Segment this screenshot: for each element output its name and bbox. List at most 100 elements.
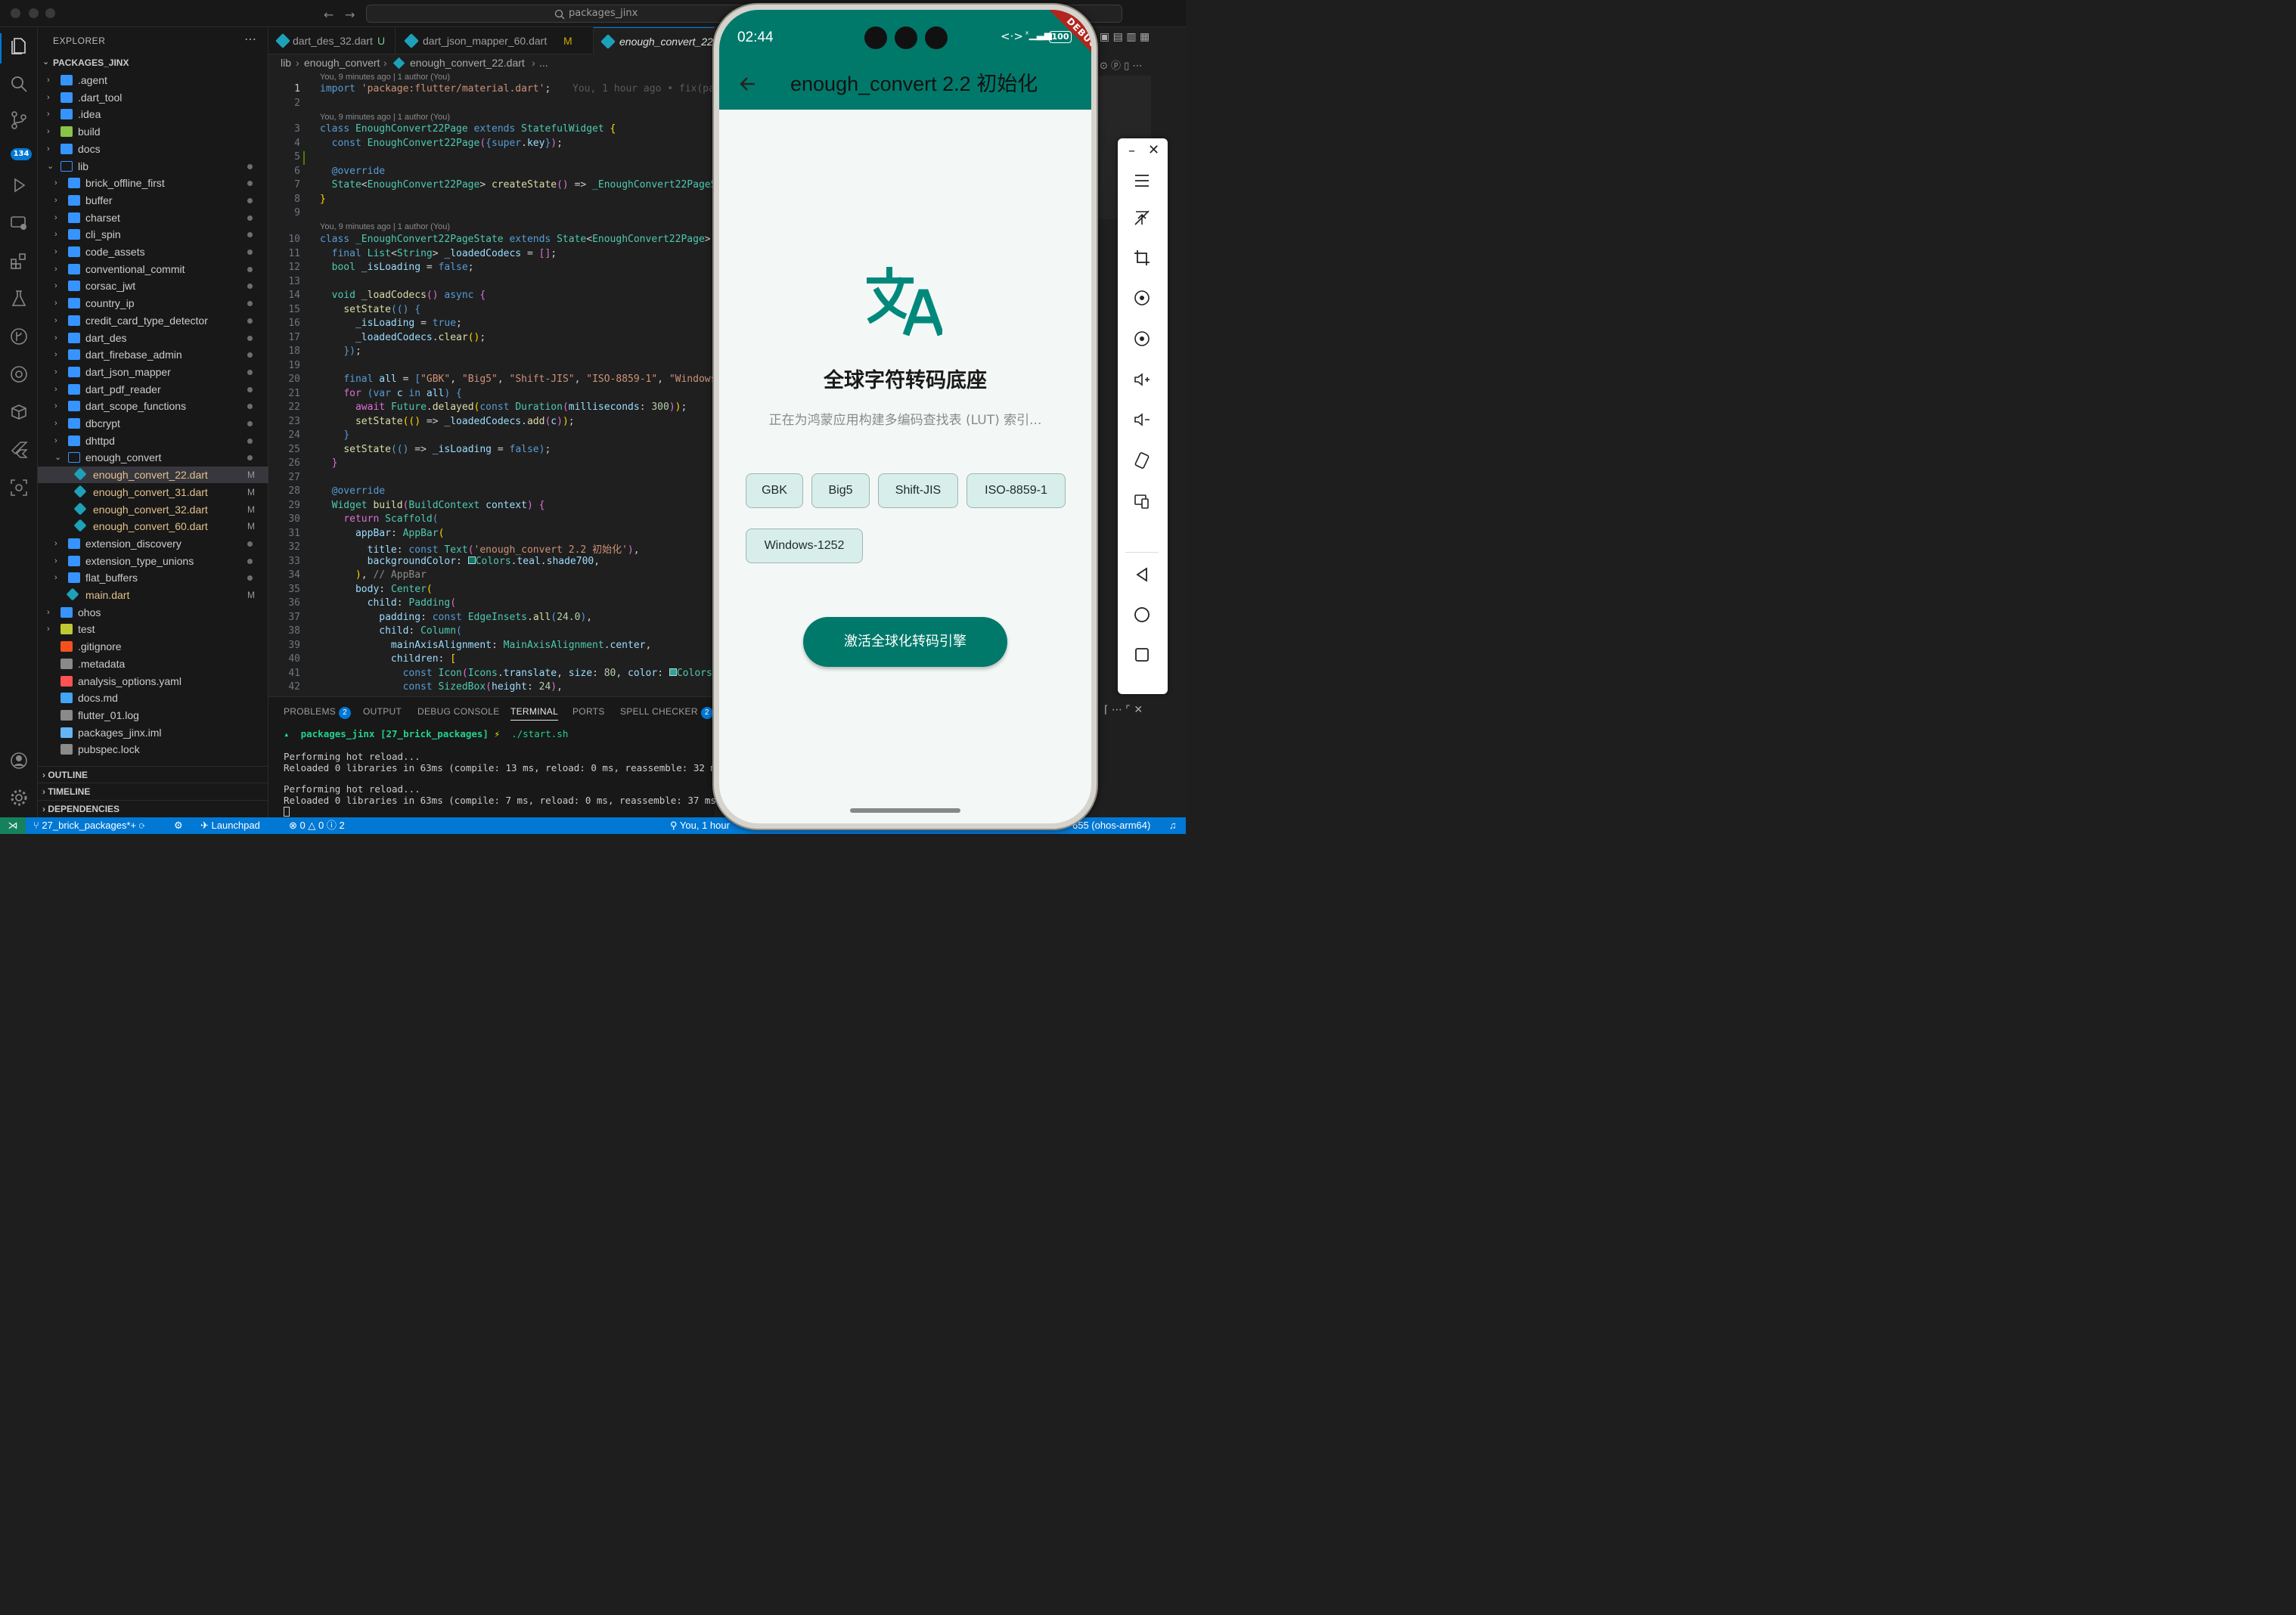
problems-count[interactable]: ⊗ 0 △ 0 ⓘ 2 (289, 817, 345, 834)
terminal-cursor[interactable] (284, 807, 290, 817)
chevron-right-icon[interactable]: › (54, 432, 64, 449)
chevron-right-icon[interactable]: › (47, 621, 56, 637)
chevron-right-icon[interactable]: › (54, 553, 64, 569)
arrow-back-icon[interactable] (739, 75, 757, 93)
chevron-right-icon[interactable]: › (47, 106, 56, 122)
tab-dart-des-32[interactable]: dart_des_32.dart U (268, 27, 396, 54)
chevron-right-icon[interactable]: › (54, 398, 64, 414)
tree-folder[interactable]: › country_ip (38, 295, 268, 312)
chevron-right-icon[interactable]: › (47, 72, 56, 88)
breadcrumb-folder[interactable]: enough_convert (304, 57, 380, 69)
crop-screenshot-icon[interactable] (1133, 249, 1151, 267)
outline-section[interactable]: › OUTLINE (38, 766, 268, 783)
tree-folder[interactable]: › build (38, 123, 268, 140)
chevron-right-icon[interactable]: › (54, 569, 64, 586)
tree-folder[interactable]: › dhttpd (38, 432, 268, 449)
containers-icon[interactable] (9, 402, 29, 422)
tree-folder[interactable]: › dart_des (38, 330, 268, 346)
tree-folder[interactable]: › credit_card_type_detector (38, 312, 268, 329)
breadcrumb-symbol[interactable]: ... (539, 57, 548, 69)
pin-off-icon[interactable] (1133, 209, 1151, 227)
chevron-down-icon[interactable]: ⌄ (42, 57, 49, 67)
more-actions-icon[interactable]: ⋯ (244, 32, 256, 47)
panel-actions-icons[interactable]: ⌈ ⋯ ⌜ ✕ (1104, 704, 1143, 716)
tree-file[interactable]: docs.md (38, 690, 268, 706)
minimize-window-button[interactable] (29, 8, 39, 18)
tree-file[interactable]: flutter_01.log (38, 707, 268, 724)
run-debug-icon[interactable] (9, 175, 29, 195)
search-icon[interactable] (9, 74, 29, 94)
tree-file[interactable]: enough_convert_22.dart M (38, 467, 268, 484)
debug-icon[interactable]: ⚙ (174, 817, 183, 834)
chevron-right-icon[interactable]: › (54, 312, 64, 329)
chevron-down-icon[interactable]: ⌄ (47, 158, 56, 175)
tree-file[interactable]: pubspec.lock (38, 741, 268, 758)
workspace-root[interactable]: PACKAGES_JINX (53, 57, 129, 68)
tab-dart-json-mapper-60[interactable]: dart_json_mapper_60.dart M (396, 27, 594, 54)
recents-square-icon[interactable] (1133, 646, 1151, 664)
codelens-blame[interactable]: You, 9 minutes ago | 1 author (You) (320, 73, 450, 82)
chevron-right-icon[interactable]: › (54, 330, 64, 346)
chevron-right-icon[interactable]: › (54, 243, 64, 260)
tree-folder[interactable]: › conventional_commit (38, 261, 268, 277)
breadcrumb-lib[interactable]: lib (281, 57, 291, 69)
layout-icons[interactable]: ▣ ▤ ▥ ▦ (1100, 31, 1150, 43)
tab-output[interactable]: OUTPUT (363, 706, 402, 717)
chevron-right-icon[interactable]: › (54, 295, 64, 312)
volume-down-icon[interactable] (1133, 411, 1151, 429)
tree-folder[interactable]: › dart_scope_functions (38, 398, 268, 414)
tree-file[interactable]: .gitignore (38, 638, 268, 655)
git-blame-status[interactable]: ⚲ You, 1 hour (670, 817, 730, 834)
timeline-section[interactable]: › TIMELINE (38, 783, 268, 799)
tree-file[interactable]: enough_convert_31.dart M (38, 484, 268, 501)
codelens-blame[interactable]: You, 9 minutes ago | 1 author (You) (320, 113, 450, 122)
rotate-right-icon[interactable] (1133, 330, 1151, 348)
tree-folder[interactable]: › dart_pdf_reader (38, 381, 268, 398)
maximize-window-button[interactable] (45, 8, 55, 18)
tree-file[interactable]: analysis_options.yaml (38, 673, 268, 690)
tab-debug-console[interactable]: DEBUG CONSOLE (417, 706, 500, 717)
chevron-right-icon[interactable]: › (54, 346, 64, 363)
chevron-right-icon[interactable]: › (54, 261, 64, 277)
close-window-button[interactable] (11, 8, 20, 18)
home-circle-icon[interactable] (1133, 606, 1151, 624)
tree-file[interactable]: packages_jinx.iml (38, 724, 268, 741)
chevron-right-icon[interactable]: › (54, 364, 64, 380)
device-status[interactable]: 655 (ohos-arm64) (1072, 817, 1150, 834)
home-indicator[interactable] (850, 808, 960, 813)
remote-explorer-icon[interactable] (9, 213, 29, 233)
code-editor[interactable]: You, 9 minutes ago | 1 author (You) 1 imp… (268, 71, 715, 696)
tree-folder[interactable]: › charset (38, 209, 268, 226)
rotate-left-icon[interactable] (1133, 289, 1151, 307)
chevron-down-icon[interactable]: ⌄ (54, 449, 64, 466)
tree-folder[interactable]: › brick_offline_first (38, 175, 268, 191)
tree-folder[interactable]: › cli_spin (38, 226, 268, 243)
forward-arrow-icon[interactable]: → (345, 8, 355, 22)
tab-spell-checker[interactable]: SPELL CHECKER 2 (620, 706, 713, 719)
explorer-icon[interactable] (9, 36, 29, 56)
tree-folder[interactable]: › corsac_jwt (38, 277, 268, 294)
chevron-right-icon[interactable]: › (54, 192, 64, 209)
tree-folder[interactable]: › extension_discovery (38, 535, 268, 552)
tree-folder[interactable]: ⌄ enough_convert (38, 449, 268, 466)
chevron-right-icon[interactable]: › (54, 175, 64, 191)
tab-enough-convert-22[interactable]: enough_convert_22.dart (594, 27, 715, 54)
multi-device-icon[interactable] (1133, 492, 1151, 510)
tab-ports[interactable]: PORTS (572, 706, 605, 717)
screenshot-icon[interactable] (9, 478, 29, 498)
git-graph-icon[interactable] (9, 327, 29, 346)
back-arrow-icon[interactable]: ← (324, 8, 334, 22)
chevron-right-icon[interactable]: › (47, 141, 56, 157)
gitlens-icon[interactable] (9, 364, 29, 384)
launchpad-button[interactable]: ✈ Launchpad (200, 817, 260, 834)
flutter-icon[interactable] (9, 440, 29, 460)
tree-folder[interactable]: › .agent (38, 72, 268, 88)
back-triangle-icon[interactable] (1133, 566, 1151, 584)
chevron-right-icon[interactable]: › (54, 381, 64, 398)
tree-folder[interactable]: › .idea (38, 106, 268, 122)
codelens-blame[interactable]: You, 9 minutes ago | 1 author (You) (320, 222, 450, 231)
chevron-right-icon[interactable]: › (54, 415, 64, 432)
tree-folder[interactable]: › dart_firebase_admin (38, 346, 268, 363)
chevron-right-icon[interactable]: › (47, 89, 56, 106)
tree-folder[interactable]: › dart_json_mapper (38, 364, 268, 380)
